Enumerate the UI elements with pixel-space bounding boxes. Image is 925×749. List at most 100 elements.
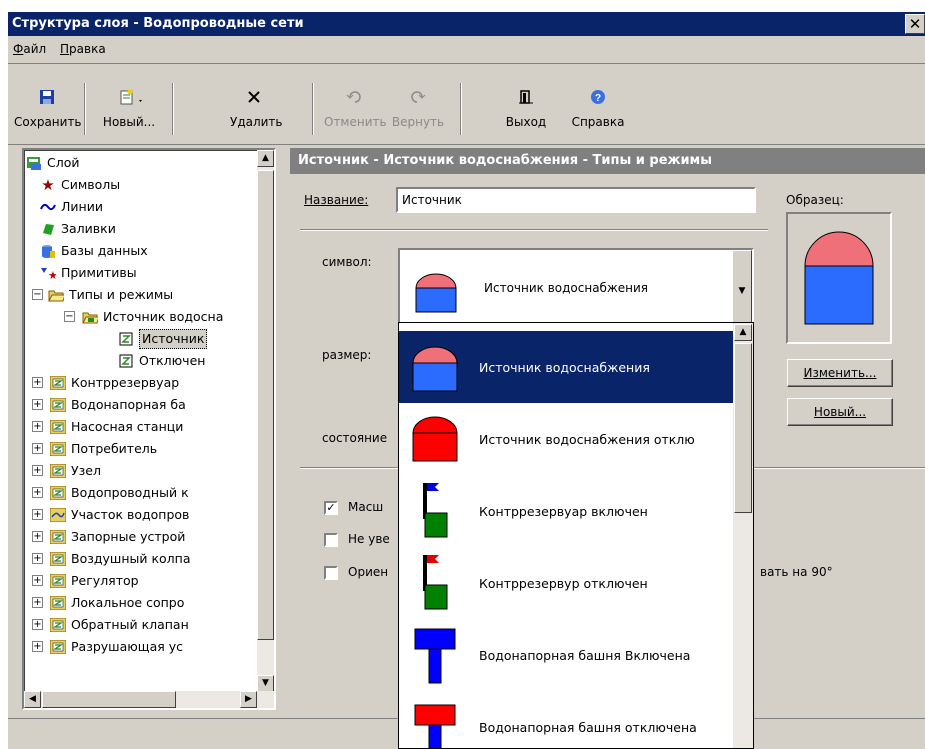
tree-item[interactable]: Участок водопров [50, 504, 189, 526]
tree-source-on[interactable]: Источник [118, 328, 208, 350]
window-title: Структура слоя - Водопроводные сети [12, 16, 304, 31]
scroll-left-button[interactable]: ◀ [24, 691, 41, 708]
tree-item[interactable]: Локальное сопро [50, 592, 184, 614]
help-button[interactable]: ? Справка [568, 85, 628, 137]
orient-label: Ориен [348, 565, 389, 579]
scroll-thumb[interactable] [257, 170, 274, 640]
tree-item[interactable]: Запорные устрой [50, 526, 185, 548]
expand-toggle[interactable]: + [32, 399, 43, 410]
tree-item-label: Воздушный колпа [71, 551, 191, 566]
close-button[interactable]: ✕ [905, 14, 925, 34]
dropdown-arrow-icon[interactable]: ▼ [732, 250, 752, 332]
new-button[interactable]: Новый... [90, 85, 168, 137]
water-tower-off-icon [414, 704, 456, 748]
tree-item[interactable]: Контррезервуар [50, 372, 179, 394]
symbol-type-icon [50, 375, 66, 391]
state-label: состояние [322, 431, 388, 445]
tree-item[interactable]: Регулятор [50, 570, 139, 592]
expand-toggle[interactable]: + [32, 421, 43, 432]
redo-button[interactable]: Вернуть [388, 85, 448, 137]
dropdown-item[interactable]: Контррезервур отключен [399, 547, 734, 619]
tree-item[interactable]: Насосная станци [50, 416, 183, 438]
wave-icon [40, 199, 56, 215]
tree-item[interactable]: Водопроводный к [50, 482, 189, 504]
tree-item[interactable]: Водонапорная ба [50, 394, 186, 416]
tree-horizontal-scrollbar[interactable]: ◀ ▶ [24, 691, 274, 708]
undo-button[interactable]: Отменить [324, 85, 387, 137]
tree-item-label: Запорные устрой [71, 529, 186, 544]
menu-edit[interactable]: Правка [55, 36, 111, 62]
scroll-up-button[interactable]: ▲ [734, 324, 752, 341]
tree-vertical-scrollbar[interactable]: ▲ ▼ [257, 150, 274, 692]
dropdown-item[interactable]: Контррезервуар включен [399, 475, 734, 547]
sample-label: Образец: [786, 193, 844, 207]
expand-toggle[interactable]: + [32, 487, 43, 498]
scroll-up-button[interactable]: ▲ [257, 150, 274, 167]
dropdown-item[interactable]: Водонапорная башня отключена [399, 691, 734, 748]
scroll-thumb[interactable] [734, 343, 752, 513]
panel-header: Источник - Источник водоснабжения - Типы… [290, 148, 925, 174]
orient-checkbox[interactable] [324, 566, 338, 580]
new-icon [120, 89, 142, 105]
expand-toggle[interactable]: + [32, 597, 43, 608]
tree-item[interactable]: Узел [50, 460, 101, 482]
expand-toggle[interactable]: + [32, 443, 43, 454]
delete-button[interactable]: Удалить [230, 85, 283, 137]
tree-source-group[interactable]: Источник водосна [82, 306, 223, 328]
exit-button[interactable]: Выход [503, 85, 549, 137]
tree-source-off[interactable]: Отключен [118, 350, 205, 372]
scroll-right-button[interactable]: ▶ [240, 691, 257, 708]
tree-item[interactable]: Обратный клапан [50, 614, 189, 636]
dropdown-item[interactable]: Водонапорная башня Включена [399, 619, 734, 691]
scroll-down-button[interactable]: ▼ [257, 675, 274, 692]
tree-databases[interactable]: Базы данных [40, 240, 148, 262]
collapse-toggle[interactable]: − [64, 311, 75, 322]
save-button[interactable]: Сохранить [14, 85, 82, 137]
tree-fills[interactable]: Заливки [40, 218, 116, 240]
symbol-type-icon [50, 441, 66, 457]
tree-symbols[interactable]: ★ Символы [40, 174, 120, 196]
tree-types[interactable]: Типы и режимы [48, 284, 173, 306]
symbol-dropdown-list[interactable]: Источник водоснабжения Источник водоснаб… [398, 322, 754, 749]
tree-item-label: Водопроводный к [71, 485, 189, 500]
tree-primitives[interactable]: ★ Примитивы [40, 262, 137, 284]
expand-toggle[interactable]: + [32, 377, 43, 388]
tree-item[interactable]: Воздушный колпа [50, 548, 191, 570]
tree-item-label: Узел [71, 463, 101, 478]
symbol-type-icon [50, 573, 66, 589]
dropdown-scrollbar[interactable]: ▲ [733, 323, 753, 748]
dropdown-item[interactable]: Источник водоснабжения [399, 331, 734, 403]
name-label: Название: [304, 193, 369, 207]
menu-file[interactable]: Файл [8, 36, 51, 62]
water-source-icon [415, 273, 457, 313]
dropdown-item[interactable]: Источник водоснабжения отклю [399, 403, 734, 475]
new-symbol-button[interactable]: Новый... [787, 398, 893, 426]
expand-toggle[interactable]: + [32, 509, 43, 520]
tree-item-label: Насосная станци [71, 419, 184, 434]
name-input[interactable]: Источник [396, 187, 756, 213]
expand-toggle[interactable]: + [32, 619, 43, 630]
expand-toggle[interactable]: + [32, 465, 43, 476]
tree-lines[interactable]: Линии [40, 196, 103, 218]
collapse-toggle[interactable]: − [32, 289, 43, 300]
symbol-type-icon [50, 617, 66, 633]
tree-root[interactable]: Слой [26, 152, 80, 174]
expand-toggle[interactable]: + [32, 575, 43, 586]
no-enlarge-checkbox[interactable] [324, 533, 338, 547]
reservoir-off-icon [423, 555, 448, 610]
expand-toggle[interactable]: + [32, 641, 43, 652]
expand-toggle[interactable]: + [32, 531, 43, 542]
tree-item[interactable]: Потребитель [50, 438, 157, 460]
database-icon [40, 243, 56, 259]
scale-checkbox[interactable]: ✓ [324, 501, 338, 515]
folder-open-icon [82, 309, 98, 325]
layer-tree[interactable]: Слой ★ Символы Линии Заливки Базы данных… [22, 148, 276, 710]
size-label: размер: [322, 348, 372, 362]
expand-toggle[interactable]: + [32, 553, 43, 564]
tree-item[interactable]: Разрушающая ус [50, 636, 183, 658]
fill-icon [40, 221, 56, 237]
tree-item-label: Локальное сопро [71, 595, 185, 610]
scroll-thumb[interactable] [42, 691, 176, 708]
symbol-type-icon [50, 485, 66, 501]
change-button[interactable]: Изменить... [787, 359, 893, 387]
